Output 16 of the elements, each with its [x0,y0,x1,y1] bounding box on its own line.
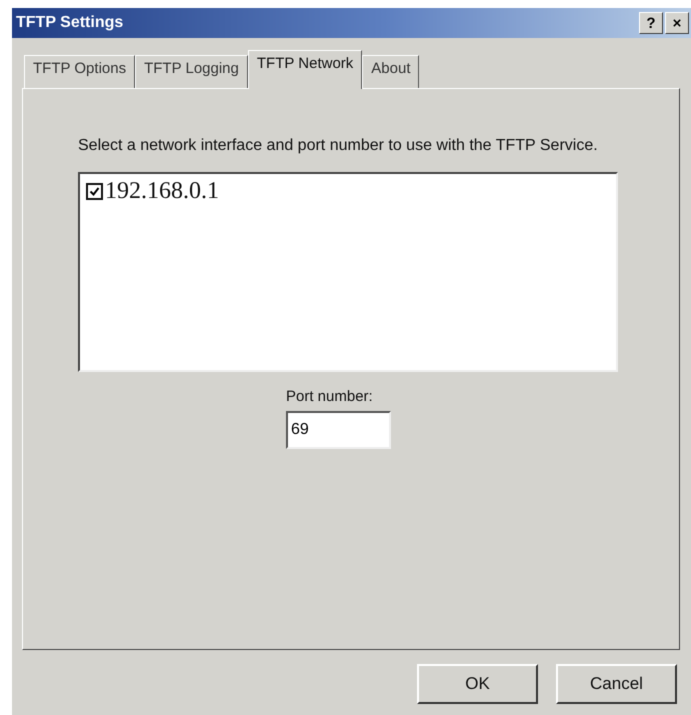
cancel-button[interactable]: Cancel [556,664,677,704]
ok-button[interactable]: OK [417,664,538,704]
tab[interactable]: TFTP Options [24,55,136,88]
checkbox[interactable] [86,183,103,200]
help-button[interactable]: ? [639,12,663,34]
tab[interactable]: About [362,55,420,88]
interface-label: 192.168.0.1 [105,178,219,205]
close-button[interactable]: × [665,12,689,34]
instructions-text: Select a network interface and port number to use with the TFTP Service. [78,136,598,156]
port-field[interactable]: 69 [286,411,391,449]
tab[interactable]: TFTP Logging [135,55,248,88]
checkmark-icon [89,186,100,197]
tab[interactable]: TFTP Network [248,50,362,89]
interface-list[interactable]: 192.168.0.1 [78,172,618,372]
window-title: TFTP Settings [16,14,124,32]
port-label: Port number: [286,388,373,405]
